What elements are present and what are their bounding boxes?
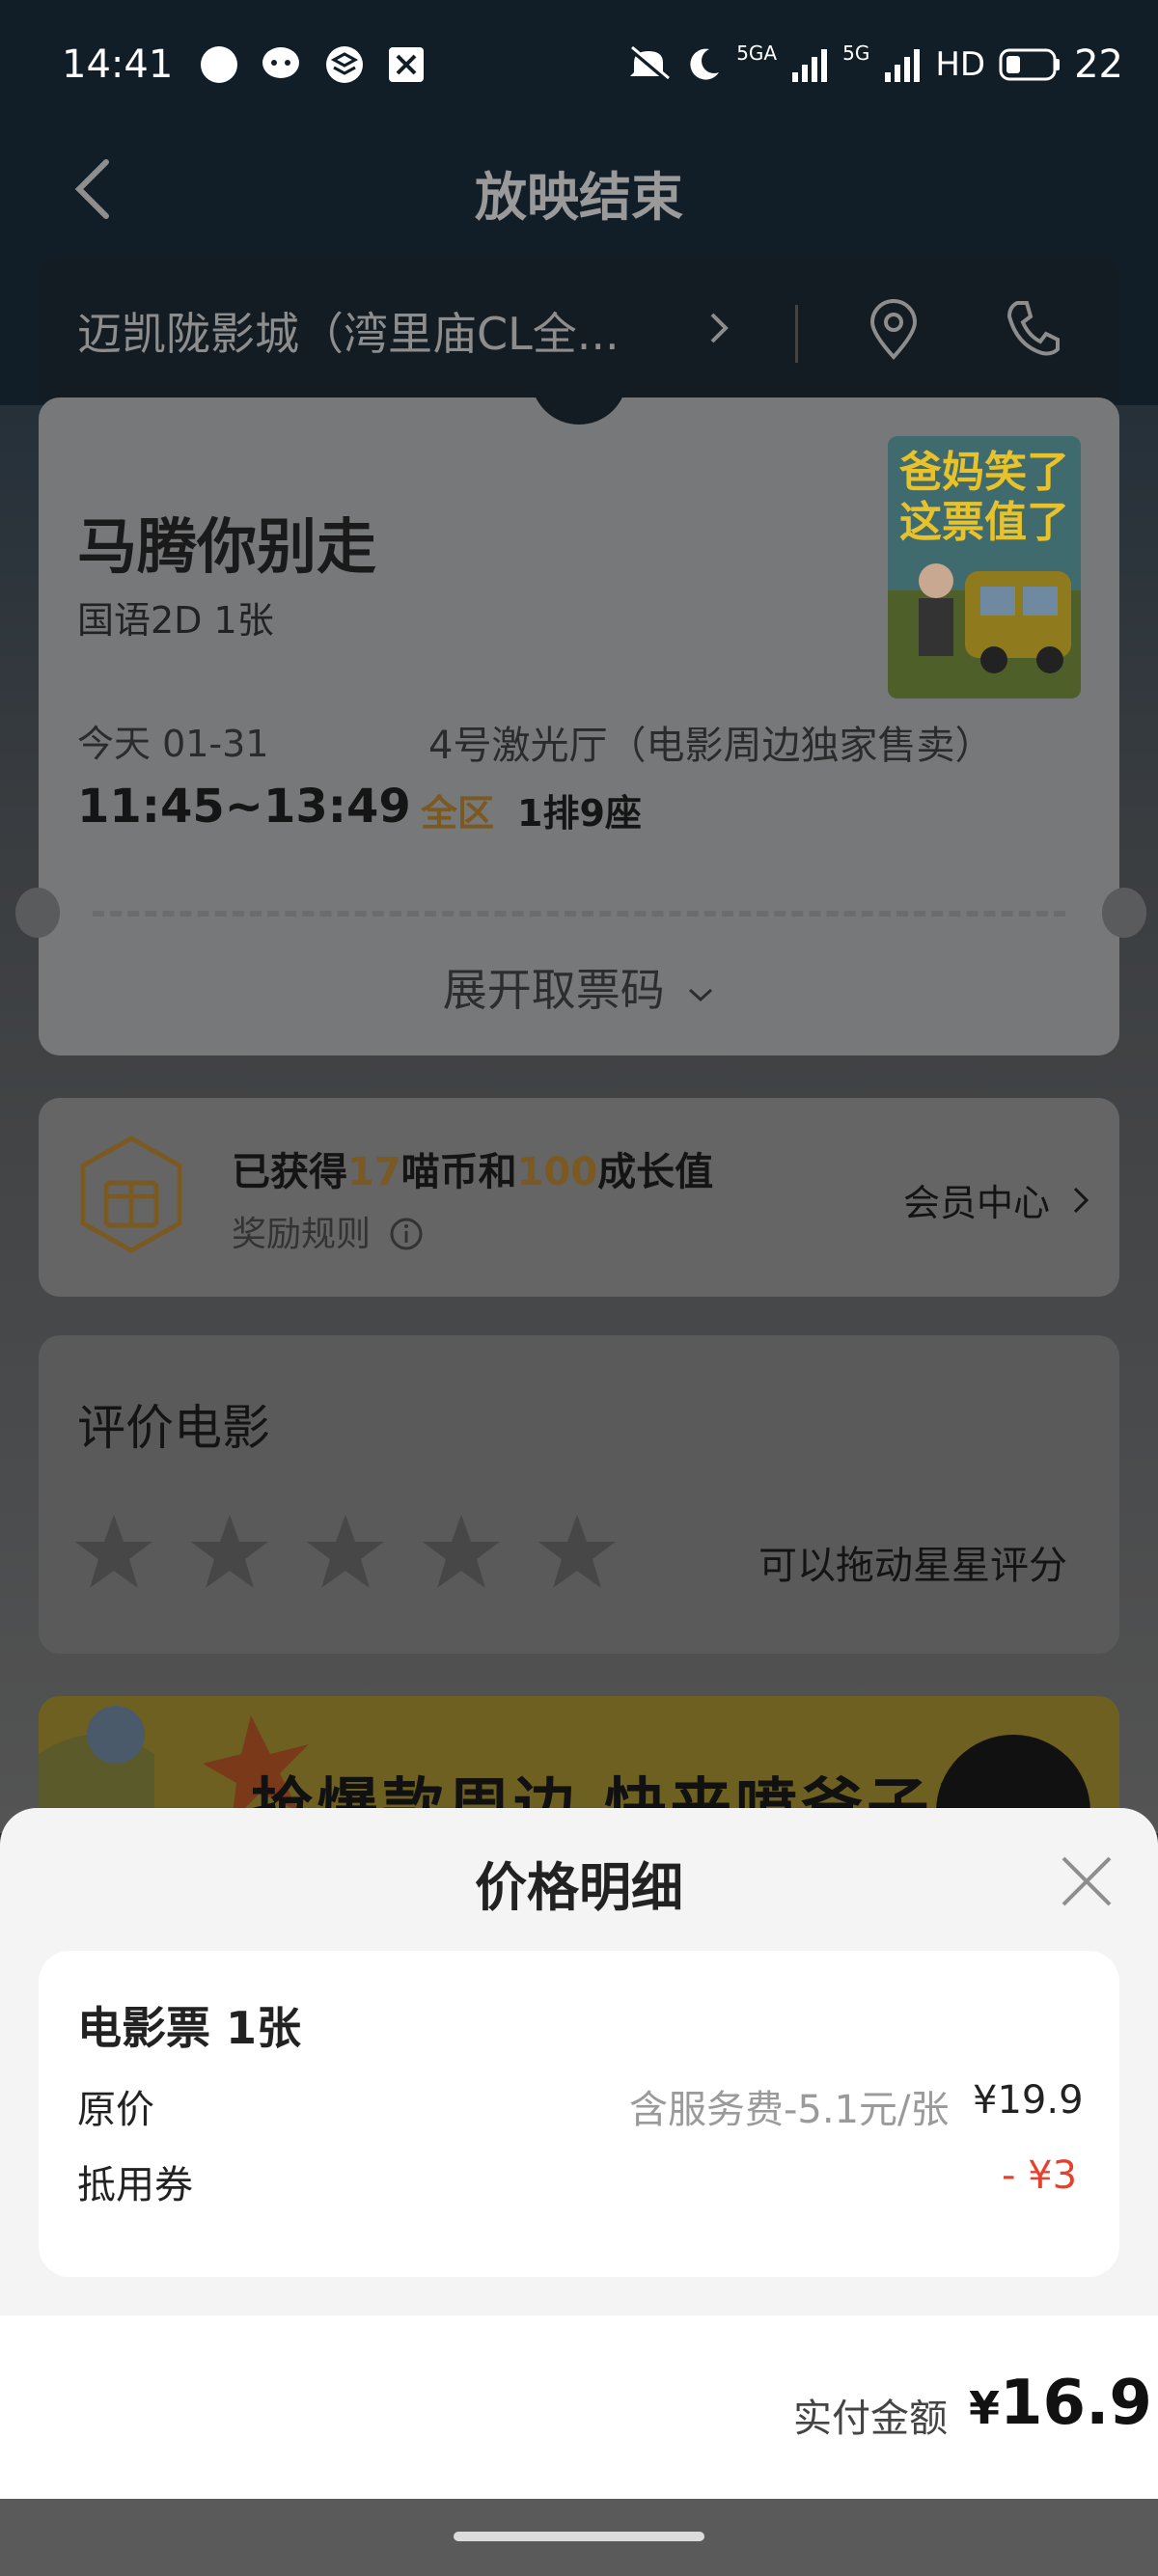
status-right: 5GA 5G HD 22 xyxy=(626,41,1123,87)
hd-label: HD xyxy=(935,45,986,84)
gift-icon xyxy=(80,1136,182,1253)
phone-icon[interactable] xyxy=(1004,297,1062,359)
paid-amount: ¥16.9 xyxy=(969,2368,1152,2439)
chevron-right-icon[interactable] xyxy=(704,307,733,349)
wechat-icon xyxy=(262,47,299,78)
chevron-down-icon xyxy=(689,988,713,1002)
page-title: 放映结束 xyxy=(475,167,683,228)
seat-number: 1排9座 xyxy=(517,792,642,835)
original-price-label: 原价 xyxy=(77,2088,154,2132)
sheet-title: 价格明细 xyxy=(475,1857,683,1918)
chevron-right-icon xyxy=(1074,1187,1089,1214)
rating-card xyxy=(39,1335,1119,1654)
status-bar: 14:41 5GA 5G HD 22 xyxy=(0,0,1158,135)
paid-value: 16.9 xyxy=(1000,2368,1152,2439)
star-rating[interactable] xyxy=(73,1511,618,1592)
network-label-2: 5G xyxy=(842,41,870,65)
coupon-label: 抵用券 xyxy=(77,2163,193,2207)
status-time: 14:41 xyxy=(62,42,174,87)
battery-level: 22 xyxy=(1074,42,1123,87)
coin-count: 17 xyxy=(347,1150,401,1194)
reward-summary: 已获得17喵币和100成长值 xyxy=(232,1140,713,1196)
ticket-hole-right xyxy=(1102,888,1146,938)
reward-prefix: 已获得 xyxy=(232,1150,347,1194)
member-center-label: 会员中心 xyxy=(903,1182,1051,1224)
paid-amount-label: 实付金额 xyxy=(793,2397,948,2441)
movie-poster[interactable]: 爸妈笑了 这票值了 xyxy=(888,436,1081,699)
signal-icon xyxy=(792,49,828,82)
star-icon[interactable] xyxy=(189,1511,270,1592)
show-time: 11:45~13:49 xyxy=(77,780,411,834)
expand-label: 展开取票码 xyxy=(442,964,665,1016)
info-icon xyxy=(390,1218,423,1250)
reward-rule-label: 奖励规则 xyxy=(232,1215,372,1254)
reward-mid: 喵币和 xyxy=(400,1150,517,1194)
growth-count: 100 xyxy=(516,1150,598,1194)
app-icon xyxy=(326,46,363,83)
star-icon[interactable] xyxy=(305,1511,386,1592)
message-icon xyxy=(201,46,237,83)
ticket-divider xyxy=(93,911,1065,917)
expand-ticket-code-button[interactable]: 展开取票码 xyxy=(0,955,1158,1019)
movie-title: 马腾你别走 xyxy=(77,511,377,582)
ticket-hole-left xyxy=(15,888,60,938)
star-icon[interactable] xyxy=(421,1511,502,1592)
signal-icon-2 xyxy=(885,49,921,82)
battery-icon xyxy=(999,48,1061,81)
mute-icon xyxy=(628,45,671,82)
coupon-amount: - ¥3 xyxy=(1002,2153,1078,2198)
home-indicator[interactable] xyxy=(454,2532,704,2541)
divider xyxy=(795,305,798,363)
moon-icon xyxy=(690,48,720,80)
service-fee-note: 含服务费-5.1元/张 xyxy=(629,2088,950,2132)
star-icon[interactable] xyxy=(73,1511,154,1592)
star-icon[interactable] xyxy=(537,1511,618,1592)
rating-title: 评价电影 xyxy=(77,1400,270,1456)
game-icon xyxy=(389,47,424,82)
seat-zone: 全区 xyxy=(421,792,495,835)
reward-rule-link[interactable]: 奖励规则 xyxy=(232,1206,424,1256)
poster-line-1: 爸妈笑了 xyxy=(898,448,1069,497)
location-icon[interactable] xyxy=(867,299,921,361)
original-price: ¥19.9 xyxy=(973,2078,1084,2123)
poster-line-2: 这票值了 xyxy=(899,498,1069,547)
close-icon[interactable] xyxy=(1058,1852,1116,1910)
hall-name: 4号激光厅（电影周边独家售卖） xyxy=(428,724,994,768)
reward-suffix: 成长值 xyxy=(597,1150,714,1194)
cinema-name[interactable]: 迈凯陇影城（湾里庙CL全... xyxy=(77,299,676,363)
rating-hint: 可以拖动星星评分 xyxy=(758,1544,1067,1588)
movie-format: 国语2D 1张 xyxy=(77,599,274,642)
paid-currency: ¥ xyxy=(969,2382,1001,2434)
ticket-item-title: 电影票 1张 xyxy=(77,2002,302,2054)
show-date: 今天 01-31 xyxy=(77,723,269,765)
network-label: 5GA xyxy=(736,41,778,65)
member-center-link[interactable]: 会员中心 xyxy=(903,1173,1092,1226)
